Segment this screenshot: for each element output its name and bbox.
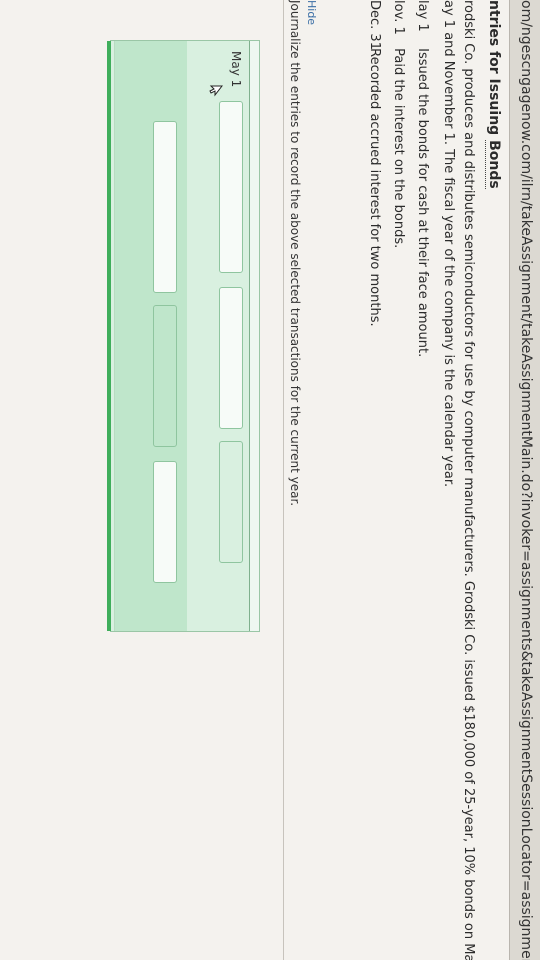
mouse-cursor-icon (209, 85, 223, 97)
transaction-text: Paid the interest on the bonds. (391, 48, 406, 249)
url-text: om/ngescngagenow.com/ilrn/takeAssignment… (518, 0, 534, 960)
bonds-link[interactable]: Bonds (485, 140, 502, 189)
transaction-date: lay 1 (415, 0, 430, 32)
transaction-text: Issued the bonds for cash at their face … (415, 48, 430, 358)
transaction-row: Dec. 31 Recorded accrued interest for tw… (367, 0, 382, 327)
credit-input[interactable] (219, 441, 243, 563)
problem-line-2: ay 1 and November 1. The fiscal year of … (441, 0, 456, 488)
problem-statement: rodski Co. produces and distributes semi… (438, 0, 478, 960)
transaction-row: lay 1 Issued the bonds for cash at their… (415, 0, 430, 357)
table-header (249, 41, 259, 631)
section-title: ntries for Issuing Bonds (485, 0, 502, 189)
debit-input[interactable] (219, 287, 243, 429)
transaction-date: lov. 1 (391, 0, 406, 35)
credit-input[interactable] (153, 461, 177, 583)
divider (283, 0, 284, 960)
debit-input[interactable] (153, 305, 177, 447)
screen: om/ngescngagenow.com/ilrn/takeAssignment… (0, 0, 540, 960)
row-date: May 1 (229, 51, 243, 88)
table-accent-bar (107, 41, 111, 631)
transaction-text: Recorded accrued interest for two months… (367, 48, 382, 327)
table-row (114, 41, 187, 631)
transaction-date: Dec. 31 (367, 0, 382, 50)
problem-line-1: rodski Co. produces and distributes semi… (461, 0, 476, 960)
section-title-text: ntries for Issuing (486, 0, 502, 141)
address-bar[interactable]: om/ngescngagenow.com/ilrn/takeAssignment… (509, 0, 540, 960)
hide-link[interactable]: Hide (305, 0, 318, 25)
instructions-text: Journalize the entries to record the abo… (288, 0, 302, 507)
table-row: May 1 (186, 41, 249, 631)
account-input[interactable] (153, 121, 177, 293)
account-input[interactable] (219, 101, 243, 273)
transaction-row: lov. 1 Paid the interest on the bonds. (391, 0, 406, 248)
journal-entry-table: May 1 (107, 40, 260, 632)
